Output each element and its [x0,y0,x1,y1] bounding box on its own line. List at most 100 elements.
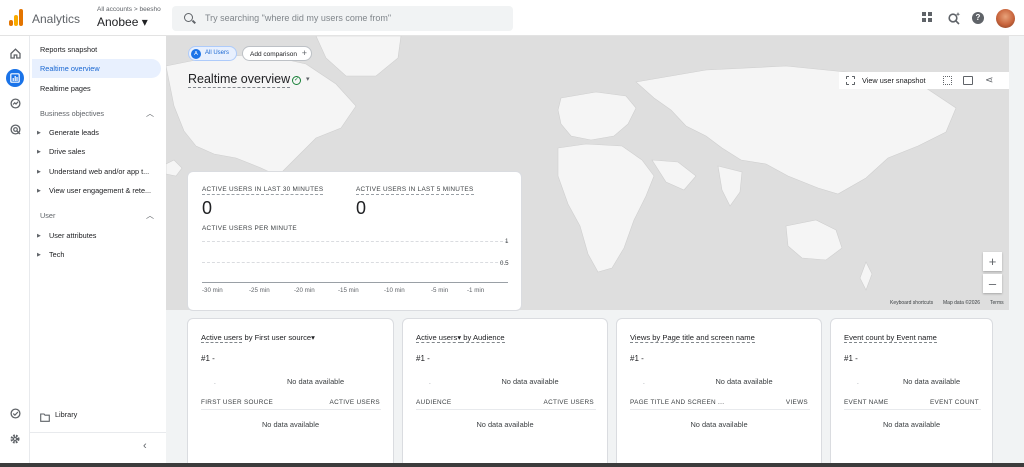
card-users-by-source: Active users by First user source▾ #1 - … [187,318,394,467]
nav-user-attributes[interactable]: User attributes [49,231,161,240]
column-header: PAGE TITLE AND SCREEN ... [630,399,725,406]
reports-icon[interactable] [6,69,24,87]
nav-tech[interactable]: Tech [49,250,161,259]
nav-view-engagement[interactable]: View user engagement & rete... [49,186,161,195]
x-tick-label: -20 min [294,287,315,294]
column-header: FIRST USER SOURCE [201,399,274,406]
no-data-text: No data available [286,377,345,386]
x-tick-label: -30 min [202,287,223,294]
nav-library[interactable]: Library [55,410,77,419]
x-tick-label: -25 min [249,287,270,294]
card-rank: #1 - [844,354,858,363]
explore-icon[interactable] [6,94,24,112]
x-tick-label: -5 min [431,287,449,294]
home-icon[interactable] [6,44,24,62]
no-data-text: No data available [261,420,320,429]
zoom-in-button[interactable]: + [983,252,1002,271]
collapse-sidebar-icon[interactable]: ‹ [143,440,147,452]
share-icon[interactable]: ⋖ [985,72,993,89]
expand-arrow-icon[interactable]: ▶ [37,233,41,239]
column-header: VIEWS [785,399,808,406]
card-rank: #1 - [201,354,215,363]
card-title[interactable]: Active users by First user source▾ [201,333,315,343]
x-tick-label: -10 min [384,287,405,294]
user-snapshot-icon[interactable] [846,76,855,85]
card-users-by-audience: Active users▾ by Audience #1 - - No data… [402,318,608,467]
map-data-credit: Map data ©2026 [943,300,981,306]
help-icon[interactable]: ? [972,12,984,24]
gridline [202,262,508,263]
top-app-bar: Analytics All accounts > beesho Anobee ▾… [0,0,1024,36]
add-comparison-button[interactable]: Add comparison + [242,46,312,61]
terms-link[interactable]: Terms [990,300,1004,306]
card-title[interactable]: Views by Page title and screen name [630,333,755,343]
nav-drive-sales[interactable]: Drive sales [49,147,161,156]
section-business-objectives[interactable]: Business objectives [40,109,104,118]
divider [844,409,981,410]
kpi-value-30min: 0 [202,198,213,218]
divider [201,409,381,410]
nav-generate-leads[interactable]: Generate leads [49,128,161,137]
search-placeholder: Try searching "where did my users come f… [205,13,392,23]
avatar[interactable] [996,9,1015,28]
no-data-text: No data available [902,377,961,386]
reports-sidebar: Reports snapshot Realtime overview Realt… [30,36,166,467]
view-user-snapshot-link[interactable]: View user snapshot [862,72,926,89]
card-views-by-page: Views by Page title and screen name #1 -… [616,318,822,467]
keyboard-shortcuts-link[interactable]: Keyboard shortcuts [890,300,933,306]
title-dropdown-icon[interactable]: ▾ [306,75,310,83]
main-content: A All Users Add comparison + Realtime ov… [166,36,1024,467]
advertising-icon[interactable] [6,120,24,138]
apps-grid-icon[interactable] [921,11,935,25]
card-title[interactable]: Event count by Event name [844,333,937,343]
column-header: AUDIENCE [416,399,452,406]
segment-chip-all-users[interactable]: A All Users [188,46,237,61]
card-title[interactable]: Active users▾ by Audience [416,333,505,343]
nav-realtime-pages[interactable]: Realtime pages [40,84,91,93]
compare-icon[interactable] [963,76,973,85]
kpi-label-30min: ACTIVE USERS IN LAST 30 MINUTES [202,186,324,195]
column-header: EVENT NAME [844,399,889,406]
card-rank: #1 - [416,354,430,363]
admin-check-icon[interactable] [6,404,24,422]
nav-understand-traffic[interactable]: Understand web and/or app t... [49,167,161,176]
section-user[interactable]: User [40,211,55,220]
add-comparison-label: Add comparison [250,51,297,58]
chevron-up-icon[interactable]: ︿ [146,210,154,221]
y-tick-label: 1 [505,238,509,245]
plus-icon: + [301,48,308,58]
segment-badge: A [191,49,201,59]
expand-arrow-icon[interactable]: ▶ [37,252,41,258]
search-bar[interactable]: Try searching "where did my users come f… [172,6,513,31]
zoom-out-button[interactable]: – [983,274,1002,293]
no-data-text: No data available [715,377,773,386]
data-quality-check-icon[interactable]: ✓ [292,76,301,85]
column-header: ACTIVE USERS [329,399,380,406]
divider [416,409,596,410]
nav-realtime-overview[interactable]: Realtime overview [40,64,100,73]
kpi-value-5min: 0 [356,198,367,218]
expand-arrow-icon[interactable]: ▶ [37,169,41,175]
chevron-up-icon[interactable]: ︿ [146,108,154,119]
expand-arrow-icon[interactable]: ▶ [37,130,41,136]
x-tick-label: -15 min [338,287,359,294]
property-selector[interactable]: Anobee ▾ [97,15,148,29]
card-rank: #1 - [630,354,644,363]
no-data-text: No data available [690,420,748,429]
expand-arrow-icon[interactable]: ▶ [37,149,41,155]
divider [630,409,810,410]
gridline [202,241,508,242]
nav-reports-snapshot[interactable]: Reports snapshot [40,45,97,54]
map-toolbar: View user snapshot ⋖ [839,72,1009,89]
fullscreen-icon[interactable] [943,76,952,85]
taskbar-strip [0,463,1024,467]
settings-gear-icon[interactable] [6,430,24,448]
segment-label: All Users [205,50,230,56]
expand-arrow-icon[interactable]: ▶ [37,188,41,194]
no-data-text: No data available [882,420,941,429]
account-breadcrumb[interactable]: All accounts > beesho [97,6,161,13]
page-title: Realtime overview [188,72,291,88]
search-insights-icon[interactable] [947,11,961,25]
no-data-text: No data available [501,377,559,386]
analytics-logo-icon [9,9,23,26]
